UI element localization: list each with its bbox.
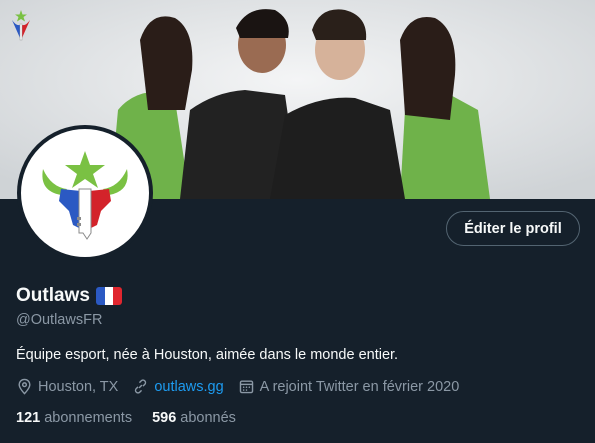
- following-stat[interactable]: 121 abonnements: [16, 410, 132, 426]
- followers-stat[interactable]: 596 abonnés: [152, 410, 236, 426]
- profile-handle: @OutlawsFR: [16, 312, 103, 328]
- display-name: Outlaws: [16, 285, 90, 306]
- profile-meta: Houston, TX outlaws.gg A rejoint Twitter…: [16, 378, 473, 395]
- following-count: 121: [16, 410, 41, 426]
- france-flag-icon: [95, 287, 122, 305]
- edit-profile-button[interactable]: Éditer le profil: [446, 211, 580, 246]
- followers-count: 596: [152, 410, 177, 426]
- website-link[interactable]: outlaws.gg: [154, 379, 223, 395]
- link-icon: [135, 379, 147, 394]
- profile-avatar[interactable]: [17, 125, 153, 261]
- website-item[interactable]: outlaws.gg: [132, 378, 224, 395]
- followers-label: abonnés: [180, 410, 236, 426]
- joined-text: A rejoint Twitter en février 2020: [259, 378, 460, 395]
- joined-item: A rejoint Twitter en février 2020: [238, 378, 460, 395]
- profile-bio: Équipe esport, née à Houston, aimée dans…: [16, 347, 399, 363]
- location-pin-icon: [18, 378, 31, 395]
- calendar-icon: [239, 380, 253, 394]
- profile-stats: 121 abonnements 596 abonnés: [16, 410, 256, 426]
- location-text: Houston, TX: [38, 378, 119, 395]
- location-item: Houston, TX: [16, 378, 118, 395]
- outlaws-logo-icon: [42, 151, 128, 240]
- following-label: abonnements: [44, 410, 133, 426]
- profile-name-row: Outlaws: [16, 285, 122, 307]
